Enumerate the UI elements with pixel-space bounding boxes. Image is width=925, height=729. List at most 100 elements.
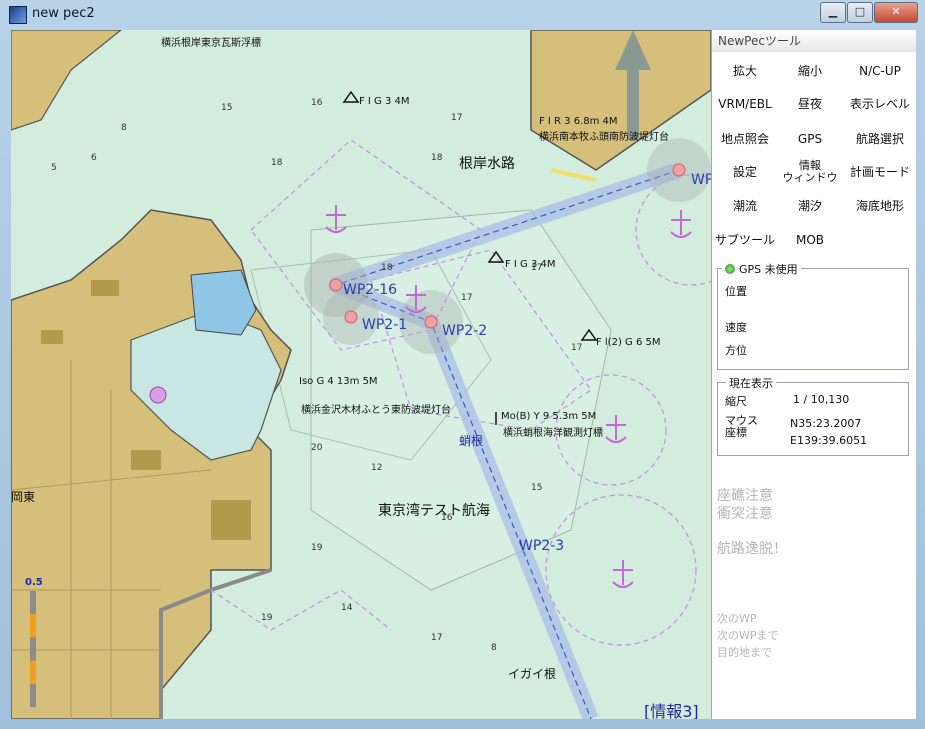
scale-value: 1 / 10,130 bbox=[793, 393, 850, 406]
building bbox=[131, 450, 161, 470]
tidal-current-button[interactable]: 潮流 bbox=[714, 193, 776, 219]
gps-status-text: GPS 未使用 bbox=[739, 263, 798, 276]
north-course-up-button[interactable]: N/C-UP bbox=[845, 58, 915, 84]
channel-label: 根岸水路 bbox=[459, 156, 515, 172]
plan-mode-button[interactable]: 計画モード bbox=[845, 159, 915, 185]
seabed-terrain-button[interactable]: 海底地形 bbox=[845, 193, 915, 219]
svg-text:6: 6 bbox=[91, 153, 97, 163]
mouse-lat: N35:23.2007 bbox=[790, 417, 862, 430]
building bbox=[211, 500, 251, 540]
map-label: F I G 3 4M bbox=[359, 96, 410, 107]
minimize-button[interactable]: ▁ bbox=[820, 2, 846, 23]
svg-text:20: 20 bbox=[311, 443, 323, 453]
svg-text:14: 14 bbox=[341, 603, 353, 613]
mob-button[interactable]: MOB bbox=[779, 227, 841, 253]
map-label: F I R 3 6.8m 4M bbox=[539, 116, 618, 127]
map-label: 横浜南本牧ふ頭南防波堤灯台 bbox=[539, 132, 669, 143]
display-level-button[interactable]: 表示レベル bbox=[845, 91, 915, 117]
current-display-legend: 現在表示 bbox=[726, 375, 776, 391]
waypoint-label[interactable]: WP2-16 bbox=[343, 282, 397, 298]
chart-map[interactable]: 568 15 18 16 17 18 18 17 17 20 12 19 14 16 17 8 17… bbox=[11, 30, 711, 719]
waypoint-label[interactable]: WP bbox=[691, 172, 711, 188]
svg-text:19: 19 bbox=[311, 543, 323, 553]
svg-text:17: 17 bbox=[461, 293, 472, 303]
speed-label: 速度 bbox=[725, 321, 747, 334]
building bbox=[91, 280, 119, 296]
zoom-in-button[interactable]: 拡大 bbox=[714, 58, 776, 84]
collision-warning: 衝突注意 bbox=[717, 506, 773, 522]
grounding-warning: 座礁注意 bbox=[717, 488, 773, 504]
app-icon bbox=[9, 6, 27, 24]
waypoint-marker[interactable] bbox=[329, 278, 343, 292]
waypoint-label[interactable]: WP2-2 bbox=[442, 323, 487, 339]
gps-status-led-icon bbox=[725, 264, 735, 274]
map-label: 岡東 bbox=[11, 490, 36, 504]
title-bar: new pec2 ▁ □ ✕ bbox=[0, 0, 925, 28]
land-area bbox=[11, 30, 122, 131]
tide-button[interactable]: 潮汐 bbox=[779, 193, 841, 219]
svg-text:8: 8 bbox=[121, 123, 127, 133]
window-title: new pec2 bbox=[32, 6, 95, 21]
scale-label: 縮尺 bbox=[725, 395, 747, 408]
map-label: 蛸根 bbox=[459, 434, 484, 448]
svg-text:17: 17 bbox=[451, 113, 462, 123]
point-query-button[interactable]: 地点照会 bbox=[714, 126, 776, 152]
day-night-button[interactable]: 昼夜 bbox=[779, 91, 841, 117]
map-label: Iso G 4 13m 5M bbox=[299, 376, 378, 387]
gps-group: GPS 未使用 位置 速度 方位 bbox=[717, 261, 909, 370]
building bbox=[41, 330, 63, 344]
route-deviation-warning: 航路逸脱！ bbox=[717, 541, 787, 557]
next-wp-distance-label: 次のWPまで bbox=[717, 629, 779, 642]
waypoint-label[interactable]: WP2-1 bbox=[362, 317, 407, 333]
map-label: 横浜金沢木材ふとう東防波堤灯台 bbox=[301, 405, 451, 416]
svg-text:17: 17 bbox=[571, 343, 582, 353]
svg-text:15: 15 bbox=[221, 103, 232, 113]
svg-text:15: 15 bbox=[531, 483, 542, 493]
vrm-ebl-button[interactable]: VRM/EBL bbox=[714, 91, 776, 117]
map-label: 横浜蛸根海洋観測灯標 bbox=[503, 428, 603, 439]
waypoint-marker[interactable] bbox=[672, 163, 686, 177]
map-label: F l(2) G 6 5M bbox=[596, 337, 661, 348]
waypoint-marker[interactable] bbox=[424, 315, 438, 329]
svg-text:5: 5 bbox=[51, 163, 57, 173]
svg-text:17: 17 bbox=[431, 633, 442, 643]
gps-button[interactable]: GPS bbox=[779, 126, 841, 152]
svg-text:8: 8 bbox=[491, 643, 497, 653]
mouse-lon: E139:39.6051 bbox=[790, 434, 868, 447]
map-label: 横浜根岸東京瓦斯浮標 bbox=[161, 38, 261, 49]
settings-button[interactable]: 設定 bbox=[714, 159, 776, 185]
svg-text:19: 19 bbox=[261, 613, 273, 623]
current-display-group: 現在表示 縮尺 1 / 10,130 マウス 座標 N35:23.2007 E13… bbox=[717, 375, 909, 456]
info-link[interactable]: [情報3] bbox=[644, 698, 699, 719]
map-label: イガイ根 bbox=[508, 667, 557, 681]
waypoint-label[interactable]: WP2-3 bbox=[519, 538, 564, 554]
subtool-button[interactable]: サブツール bbox=[714, 227, 776, 253]
anchorage-area bbox=[210, 589, 392, 631]
position-label: 位置 bbox=[725, 285, 747, 298]
svg-text:18: 18 bbox=[271, 158, 283, 168]
route-select-button[interactable]: 航路選択 bbox=[845, 126, 915, 152]
route-name-label: 東京湾テスト航海 bbox=[378, 503, 490, 519]
scale-bar: 0.5 bbox=[25, 577, 45, 707]
mouse-coord-label: マウス 座標 bbox=[725, 414, 758, 439]
svg-text:18: 18 bbox=[431, 153, 443, 163]
maximize-button[interactable]: □ bbox=[847, 2, 873, 23]
destination-distance-label: 目的地まで bbox=[717, 646, 772, 659]
scale-bar-graphic bbox=[30, 591, 36, 707]
close-button[interactable]: ✕ bbox=[874, 2, 918, 23]
waypoint-marker[interactable] bbox=[344, 310, 358, 324]
svg-text:12: 12 bbox=[371, 463, 382, 473]
panel-title: NewPecツール bbox=[712, 30, 916, 52]
info-window-label: 情報 ウィンドウ bbox=[782, 159, 838, 184]
scale-bar-value: 0.5 bbox=[25, 577, 43, 588]
gps-status: GPS 未使用 bbox=[722, 261, 801, 277]
next-wp-label: 次のWP bbox=[717, 612, 757, 625]
tool-panel: NewPecツール 拡大 縮小 N/C-UP VRM/EBL 昼夜 表示レベル … bbox=[711, 30, 916, 719]
info-window-button[interactable]: 情報 ウィンドウ bbox=[779, 159, 841, 185]
map-label: Mo(B) Y 9 5.3m 5M bbox=[501, 411, 597, 422]
poi-icon bbox=[149, 386, 167, 404]
app-window: new pec2 ▁ □ ✕ 5 6 8 15 18 16 17 18 18 1… bbox=[0, 0, 925, 729]
svg-text:18: 18 bbox=[381, 263, 393, 273]
zoom-out-button[interactable]: 縮小 bbox=[779, 58, 841, 84]
heading-label: 方位 bbox=[725, 344, 747, 357]
